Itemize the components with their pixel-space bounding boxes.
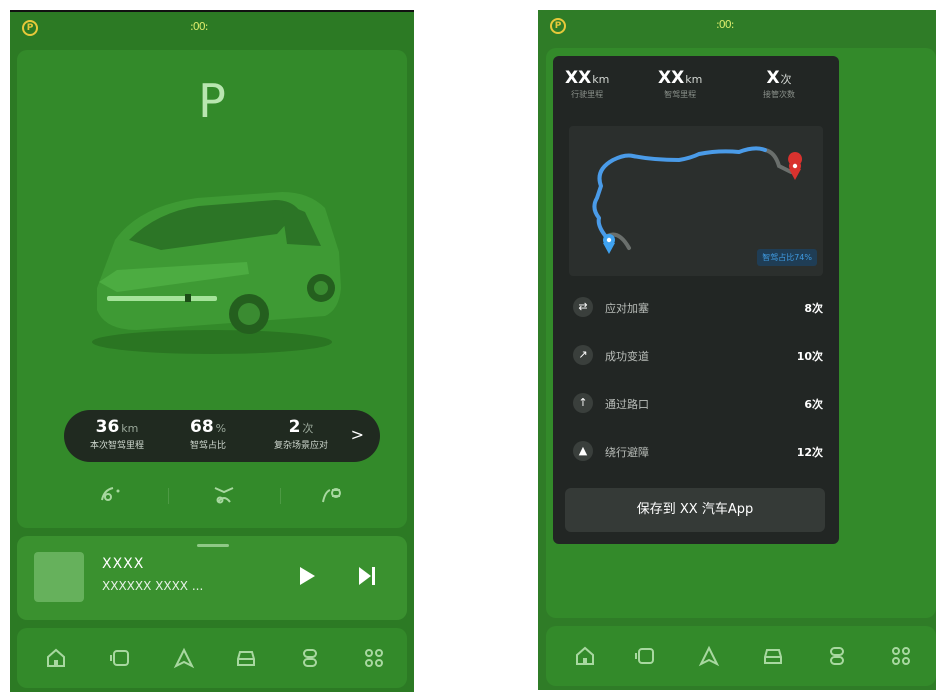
list-item: ▲ 绕行避障 12次 bbox=[553, 438, 839, 466]
row-value: 12次 bbox=[796, 446, 823, 459]
row-value: 10次 bbox=[796, 350, 823, 363]
drive-report-panel: XXkm 行驶里程 XXkm 智驾里程 X次 接管次数 智驾占比74% ⇄ 应对… bbox=[553, 56, 839, 544]
save-to-app-button[interactable]: 保存到 XX 汽车App bbox=[565, 488, 825, 532]
assist-features bbox=[64, 482, 380, 512]
apps-icon[interactable] bbox=[890, 645, 912, 667]
song-title: XXXX bbox=[102, 556, 145, 572]
stat-value: 68 bbox=[190, 417, 214, 437]
right-screen: P :00: XXkm 行驶里程 XXkm 智驾里程 X次 接管次数 智驾占比7… bbox=[538, 10, 936, 690]
stat-unit: km bbox=[121, 422, 139, 435]
auto-park-icon[interactable] bbox=[212, 482, 236, 504]
stat-value: 2 bbox=[288, 417, 301, 437]
left-screen: P :00: P 36 km 本次智驾里程 68% 智驾占比 2次 复杂场景应对… bbox=[10, 10, 414, 692]
next-bar bbox=[372, 567, 375, 585]
play-icon[interactable] bbox=[300, 567, 315, 585]
summary-smart-distance: XXkm 智驾里程 bbox=[658, 68, 702, 100]
stat-unit: 次 bbox=[302, 422, 314, 435]
status-bar: P :00: bbox=[10, 12, 414, 42]
headlight-indicator-icon: :00: bbox=[190, 20, 208, 33]
row-label: 成功变道 bbox=[605, 350, 649, 363]
lane-change-icon: ↗ bbox=[573, 345, 593, 365]
control-icon[interactable] bbox=[826, 645, 848, 667]
summary-label: 接管次数 bbox=[763, 90, 795, 99]
traffic-jam-icon: ⇄ bbox=[573, 297, 593, 317]
media-icon[interactable] bbox=[634, 645, 656, 667]
chevron-right-icon[interactable]: > bbox=[351, 425, 364, 444]
summary-value: X bbox=[766, 68, 780, 88]
lane-assist-icon[interactable] bbox=[320, 482, 346, 504]
list-item: ⇄ 应对加塞 8次 bbox=[553, 294, 839, 322]
status-bar: P :00: bbox=[538, 10, 936, 40]
row-label: 应对加塞 bbox=[605, 302, 649, 315]
stat-value: 36 bbox=[95, 417, 120, 437]
row-value: 6次 bbox=[804, 398, 823, 411]
parking-indicator-icon: P bbox=[550, 18, 566, 34]
list-item: ↗ 成功变道 10次 bbox=[553, 342, 839, 370]
apps-icon[interactable] bbox=[363, 647, 385, 669]
car-icon[interactable] bbox=[762, 645, 784, 667]
gear-indicator: P bbox=[198, 74, 226, 128]
bottom-dock bbox=[546, 626, 936, 686]
summary-unit: km bbox=[685, 73, 703, 86]
summary-unit: 次 bbox=[780, 73, 792, 86]
media-icon[interactable] bbox=[109, 647, 131, 669]
summary-label: 智驾里程 bbox=[664, 90, 697, 99]
drive-stats-bar[interactable]: 36 km 本次智驾里程 68% 智驾占比 2次 复杂场景应对 > bbox=[64, 410, 380, 462]
stat-distance: 36 km 本次智驾里程 bbox=[90, 417, 144, 451]
route-map[interactable]: 智驾占比74% bbox=[569, 126, 823, 276]
headlight-indicator-icon: :00: bbox=[716, 18, 734, 31]
home-icon[interactable] bbox=[45, 647, 67, 669]
summary-takeovers: X次 接管次数 bbox=[763, 68, 795, 100]
media-player[interactable]: XXXX XXXXXX XXXX ... bbox=[17, 536, 407, 620]
parking-indicator-icon: P bbox=[22, 20, 38, 36]
car-image bbox=[92, 192, 341, 354]
navigation-icon[interactable] bbox=[698, 645, 720, 667]
smart-ratio-badge: 智驾占比74% bbox=[757, 249, 817, 266]
navigation-icon[interactable] bbox=[173, 647, 195, 669]
home-icon[interactable] bbox=[574, 645, 596, 667]
next-track-icon[interactable] bbox=[359, 567, 377, 585]
steering-assist-icon[interactable] bbox=[99, 482, 123, 504]
car-icon[interactable] bbox=[235, 647, 257, 669]
song-subtitle: XXXXXX XXXX ... bbox=[102, 579, 204, 593]
summary-label: 行驶里程 bbox=[571, 90, 604, 99]
intersection-icon: ↑ bbox=[573, 393, 593, 413]
obstacle-icon: ▲ bbox=[573, 441, 593, 461]
row-label: 通过路口 bbox=[605, 398, 649, 411]
summary-value: XX bbox=[565, 68, 592, 88]
stat-label: 复杂场景应对 bbox=[274, 441, 329, 451]
stat-label: 本次智驾里程 bbox=[90, 441, 145, 451]
row-value: 8次 bbox=[804, 302, 823, 315]
divider bbox=[280, 488, 281, 504]
album-cover bbox=[34, 552, 84, 602]
divider bbox=[168, 488, 169, 504]
next-triangle bbox=[359, 567, 371, 585]
stat-label: 智驾占比 bbox=[190, 441, 227, 451]
summary-distance: XXkm 行驶里程 bbox=[565, 68, 609, 100]
stat-smart-ratio: 68% 智驾占比 bbox=[190, 417, 226, 451]
list-item: ↑ 通过路口 6次 bbox=[553, 390, 839, 418]
report-summary: XXkm 行驶里程 XXkm 智驾里程 X次 接管次数 bbox=[553, 68, 839, 108]
stat-unit: % bbox=[215, 422, 227, 435]
bottom-dock bbox=[17, 628, 407, 688]
summary-unit: km bbox=[592, 73, 610, 86]
stat-complex-scenes: 2次 复杂场景应对 bbox=[274, 417, 328, 451]
summary-value: XX bbox=[658, 68, 685, 88]
row-label: 绕行避障 bbox=[605, 446, 649, 459]
control-icon[interactable] bbox=[299, 647, 321, 669]
drag-handle[interactable] bbox=[197, 544, 229, 547]
